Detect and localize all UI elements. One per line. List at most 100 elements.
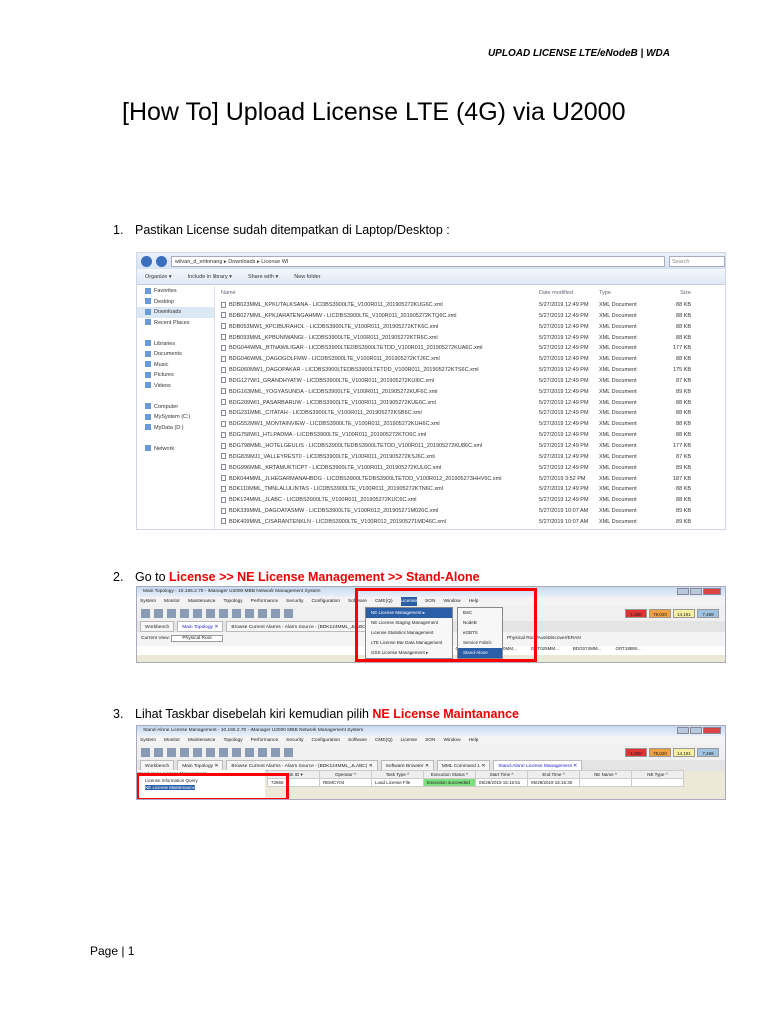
nav-item[interactable]: Music [137, 360, 214, 371]
file-row[interactable]: BDG127WI1_GRANDHYATW - LICDBS3900LTE_V10… [221, 376, 725, 387]
column-header[interactable]: NE Name ^ [579, 770, 632, 779]
menu-topology[interactable]: Topology [223, 736, 242, 745]
menu-window[interactable]: Window [444, 736, 461, 745]
nav-item[interactable]: Computer [137, 402, 214, 413]
search-input[interactable]: Search [669, 255, 725, 267]
alarm-count[interactable]: 14,181 [673, 748, 695, 757]
menu-security[interactable]: Security [286, 597, 303, 606]
file-name-cell: BDG552MW1_MONTAINVIEW - LICDBS3900LTE_V1… [221, 419, 539, 430]
file-name: BDK409MML_CISARANTENKLN - LICDBS3900LTE_… [229, 518, 446, 525]
toolbar-button[interactable]: Share with ▾ [248, 274, 278, 280]
window-controls[interactable] [677, 727, 721, 734]
menu-configuration[interactable]: Configuration [311, 736, 340, 745]
nav-item[interactable]: Downloads [137, 307, 214, 318]
menu-software[interactable]: Software [348, 736, 367, 745]
file-row[interactable]: BDK124MML_JLABC - LICDBS3900LTE_V100R011… [221, 495, 725, 506]
nav-item[interactable]: Libraries [137, 339, 214, 350]
file-row[interactable]: BDG996MML_KRTAMUKTICPT - LICDBS3900LTE_V… [221, 463, 725, 474]
menu-system[interactable]: System [140, 736, 156, 745]
nav-item[interactable]: MySystem (C:) [137, 412, 214, 423]
table-row[interactable]: 72666 REMCY04 Load License File Execution s… [267, 778, 684, 787]
file-row[interactable]: BDB093MML_KPBUNIWANGI - LICDBS3900LTE_V1… [221, 333, 725, 344]
toolbar-button[interactable]: New folder [294, 274, 320, 280]
forward-icon[interactable] [156, 255, 167, 267]
column-header[interactable]: End Time ^ [527, 770, 580, 779]
file-row[interactable]: BDK409MML_CISARANTENKLN - LICDBS3900LTE_… [221, 517, 725, 528]
column-header[interactable]: Execution Status ^ [423, 770, 476, 779]
alarm-count[interactable]: 7,469 [697, 748, 719, 757]
menu-son[interactable]: SON [425, 736, 435, 745]
tab[interactable]: Main Topology ✕ [177, 621, 224, 632]
menu-maintenance[interactable]: Maintenance [188, 736, 215, 745]
file-row[interactable]: BDG044WML_BTNAWILIGAR - LICDBS3900LTEDBS… [221, 343, 725, 354]
file-row[interactable]: BDG758WI1_HTLPADMA - LICDBS3900LTE_V100R… [221, 430, 725, 441]
nav-item-label: Music [154, 361, 169, 368]
file-row[interactable]: BDG209WI1_PASARBARUW - LICDBS3900LTE_V10… [221, 398, 725, 409]
folder-icon [145, 287, 151, 294]
alarm-count[interactable]: 1,090 [625, 748, 647, 757]
menu-topology[interactable]: Topology [223, 597, 242, 606]
col-size[interactable]: Size [651, 286, 691, 300]
alarm-count[interactable]: 14,181 [673, 609, 695, 618]
column-header[interactable]: NE Type ^ [631, 770, 684, 779]
nav-item[interactable]: Videos [137, 381, 214, 392]
menu-monitor[interactable]: Monitor [164, 597, 180, 606]
col-date[interactable]: Date modified [539, 286, 599, 300]
file-row[interactable]: BDK339MML_DAGOATASMW - LICDBS3900LTE_V10… [221, 506, 725, 517]
menu-cmeq[interactable]: CME(Q) [375, 736, 393, 745]
col-type[interactable]: Type [599, 286, 651, 300]
file-row[interactable]: BDG798MML_HOTELGEULIS - LICDBS3900LTEDBS… [221, 441, 725, 452]
file-row[interactable]: BDG163MML_YOGYASUNDA - LICDBS3900LTE_V10… [221, 387, 725, 398]
toolbar-button[interactable]: Organize ▾ [145, 274, 172, 280]
nav-item[interactable]: Favorites [137, 286, 214, 297]
menu-maintenance[interactable]: Maintenance [188, 597, 215, 606]
col-name[interactable]: Name [221, 286, 539, 300]
menu-help[interactable]: Help [469, 736, 479, 745]
alarm-count[interactable]: 7,469 [697, 609, 719, 618]
column-header[interactable]: Operator ^ [319, 770, 372, 779]
nav-item[interactable]: Desktop [137, 297, 214, 308]
window-controls[interactable] [677, 588, 721, 595]
file-row[interactable]: BDK110MML_TMNLALULINTAS - LICDBS3900LTE_… [221, 484, 725, 495]
nav-item[interactable]: Documents [137, 349, 214, 360]
file-row[interactable]: BDG839MJ1_VALLEYREST0 - LICDBS3900LTE_V1… [221, 452, 725, 463]
topology-node[interactable]: GRT18BW... [615, 646, 640, 655]
menu-configuration[interactable]: Configuration [311, 597, 340, 606]
tab[interactable]: Workbench [140, 621, 175, 632]
menu-system[interactable]: System [140, 597, 156, 606]
path-field[interactable]: wilvan_d_eritonang ▸ Downloads ▸ License… [171, 255, 665, 267]
menu-performance[interactable]: Performance [251, 736, 278, 745]
table-cell [579, 778, 632, 787]
column-header[interactable]: Task Type ^ [371, 770, 424, 779]
file-row[interactable]: BDG231MML_CITATAH - LICDBS3900LTE_V100R0… [221, 408, 725, 419]
file-row[interactable]: BDB027MML_KPKJARATENGAHMW - LICDBS3900LT… [221, 311, 725, 322]
alarm-count[interactable]: 1,090 [625, 609, 647, 618]
current-view-select[interactable]: Physical Root [171, 635, 223, 642]
menu-monitor[interactable]: Monitor [164, 736, 180, 745]
nav-item[interactable]: Network [137, 444, 214, 455]
menu-performance[interactable]: Performance [251, 597, 278, 606]
alarm-count[interactable]: 79,020 [649, 748, 671, 757]
file-row[interactable]: BDB053MW1_KPCIBURAHOL - LICDBS3900LTE_V1… [221, 322, 725, 333]
toolbar-button[interactable]: Include in library ▾ [188, 274, 232, 280]
xml-file-icon [221, 442, 226, 449]
column-header[interactable]: Start Time ^ [475, 770, 528, 779]
file-row[interactable]: BDK044MML_JLHEGARMANAHBDG - LICDBS3900LT… [221, 474, 725, 485]
back-icon[interactable] [141, 255, 152, 267]
file-name-cell: BDB023MML_KPKUTALKSANA - LICDBS3900LTE_V… [221, 300, 539, 311]
alarm-count[interactable]: 79,020 [649, 609, 671, 618]
file-row[interactable]: BDG046WML_DAGOGOLFMW - LICDBS3900LTE_V10… [221, 354, 725, 365]
menu-security[interactable]: Security [286, 736, 303, 745]
file-name-cell: BDG758WI1_HTLPADMA - LICDBS3900LTE_V100R… [221, 430, 539, 441]
menu-license[interactable]: License [401, 736, 418, 745]
file-row[interactable]: BDG060MW1_DAGOPAKAR - LICDBS3900LTEDBS39… [221, 365, 725, 376]
nav-item[interactable]: Pictures [137, 370, 214, 381]
topology-node[interactable]: BDG074MM... [573, 646, 602, 655]
tab[interactable]: Browse Current Alarms - Alarm Source - (… [226, 621, 373, 632]
nav-item[interactable]: Recent Places [137, 318, 214, 329]
file-row[interactable]: BDB023MML_KPKUTALKSANA - LICDBS3900LTE_V… [221, 300, 725, 311]
nav-item[interactable]: MyData (D:) [137, 423, 214, 434]
alarm-counters: 1,090 79,020 14,181 7,469 [625, 609, 719, 618]
file-row[interactable]: BDG552MW1_MONTAINVIEW - LICDBS3900LTE_V1… [221, 419, 725, 430]
